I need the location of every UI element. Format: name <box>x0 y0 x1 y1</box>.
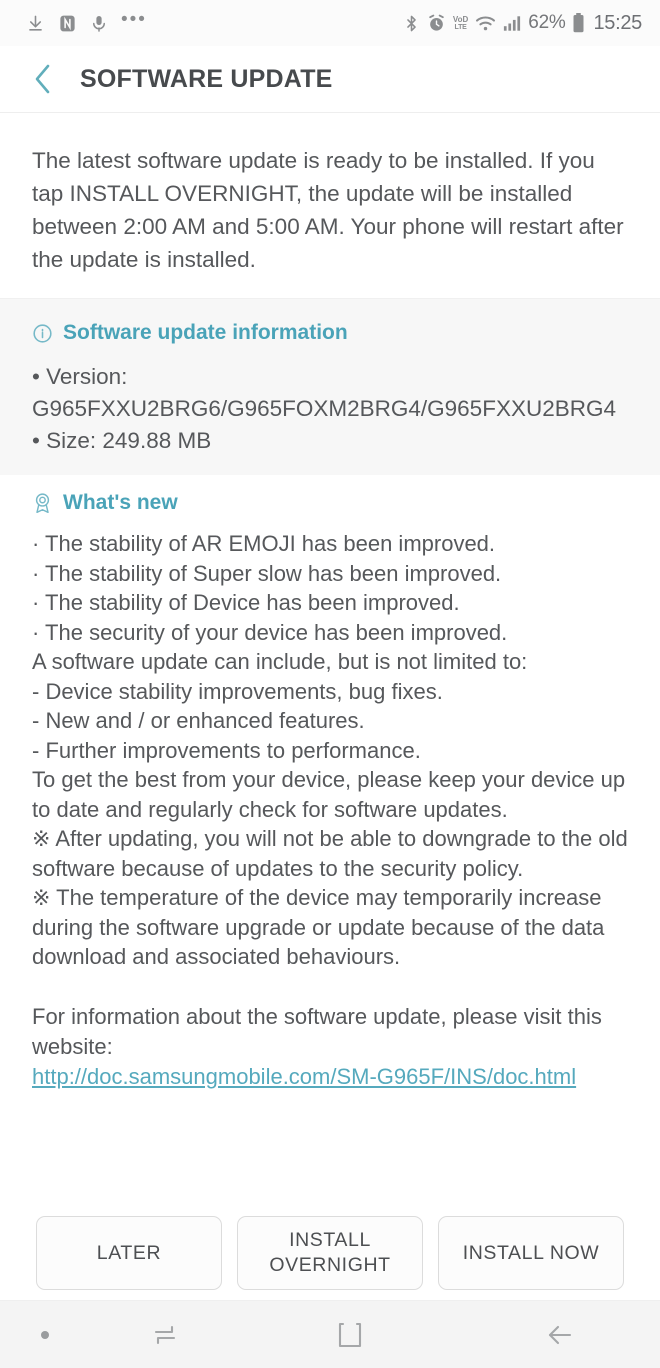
install-overnight-button[interactable]: INSTALL OVERNIGHT <box>237 1216 423 1290</box>
list-item: To get the best from your device, please… <box>32 767 626 822</box>
list-item: A software update can include, but is no… <box>32 649 528 674</box>
signal-icon <box>503 15 521 32</box>
wifi-icon <box>475 15 496 32</box>
list-item: · The stability of AR EMOJI has been imp… <box>32 531 496 556</box>
recents-icon <box>154 1325 176 1344</box>
status-right-icons: VoD LTE 62% 15:25 <box>403 12 642 35</box>
intro-paragraph: The latest software update is ready to b… <box>32 148 624 272</box>
system-navigation-bar <box>0 1300 660 1368</box>
badge-icon <box>32 492 53 514</box>
alarm-icon <box>427 14 446 33</box>
whats-new-heading-label: What's new <box>63 491 178 514</box>
volte-top-label: VoD <box>452 14 469 24</box>
home-icon <box>338 1322 362 1347</box>
keyboard-indicator-dot-icon <box>41 1330 49 1339</box>
battery-percent: 62% <box>528 12 566 33</box>
bluetooth-icon <box>403 14 420 33</box>
software-update-information-section: Software update information • Version: G… <box>0 298 660 475</box>
action-button-bar: LATER INSTALL OVERNIGHT INSTALL NOW <box>0 1206 660 1300</box>
more-notifications-icon: ••• <box>121 9 147 30</box>
list-item: - Device stability improvements, bug fix… <box>32 678 443 704</box>
status-bar: ••• VoD LTE 62% 15:25 <box>0 0 660 46</box>
status-left-icons: ••• <box>26 9 147 33</box>
battery-icon <box>572 13 585 33</box>
list-item: · The stability of Super slow has been i… <box>32 560 502 586</box>
list-item: · The security of your device has been i… <box>32 619 508 645</box>
nav-home-button[interactable] <box>240 1321 460 1349</box>
install-now-button[interactable]: INSTALL NOW <box>438 1216 624 1290</box>
app-header: SOFTWARE UPDATE <box>0 46 660 113</box>
update-info-heading-label: Software update information <box>63 321 348 344</box>
microphone-icon <box>90 14 108 33</box>
whats-new-heading: What's new <box>32 491 630 515</box>
nav-recents-button[interactable] <box>90 1321 240 1349</box>
list-item: ※ The temperature of the device may temp… <box>32 885 605 969</box>
back-icon <box>548 1325 572 1344</box>
nav-indicator-dot-slot <box>0 1330 90 1339</box>
website-intro-text: For information about the software updat… <box>32 1003 602 1059</box>
update-info-heading: Software update information <box>32 321 630 345</box>
list-item: - New and / or enhanced features. <box>32 708 365 733</box>
chevron-left-icon <box>35 64 50 94</box>
whats-new-section: What's new <box>0 475 660 515</box>
update-content-scroll[interactable]: The latest software update is ready to b… <box>0 114 660 1206</box>
volte-icon: VoD LTE <box>452 14 469 31</box>
status-clock: 15:25 <box>593 11 642 34</box>
info-circle-icon <box>32 323 53 344</box>
back-button[interactable] <box>26 62 60 96</box>
website-info-block: For information about the software updat… <box>0 972 660 1092</box>
download-icon <box>26 14 45 33</box>
update-version-line: • Version: G965FXXU2BRG6/G965FOXM2BRG4/G… <box>32 364 616 421</box>
list-item: ※ After updating, you will not be able t… <box>32 826 628 881</box>
update-size-line: • Size: 249.88 MB <box>32 428 212 453</box>
app-notification-icon <box>58 14 77 33</box>
list-item: - Further improvements to performance. <box>32 737 421 763</box>
whats-new-list: · The stability of AR EMOJI has been imp… <box>0 529 660 972</box>
volte-bottom-label: LTE <box>454 23 467 31</box>
list-item: · The stability of Device has been impro… <box>32 590 460 615</box>
documentation-link[interactable]: http://doc.samsungmobile.com/SM-G965F/IN… <box>32 1064 576 1089</box>
later-button[interactable]: LATER <box>36 1216 222 1290</box>
nav-back-button[interactable] <box>460 1321 660 1349</box>
page-title: SOFTWARE UPDATE <box>80 64 333 93</box>
